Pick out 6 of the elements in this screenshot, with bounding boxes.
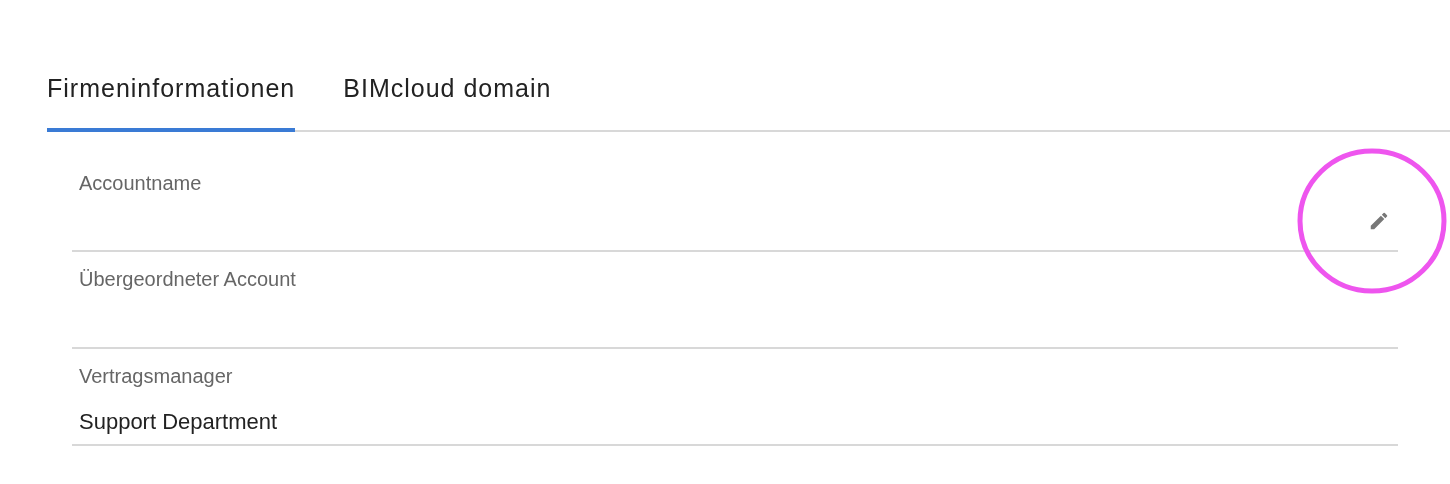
tab[interactable]: Firmeninformationen xyxy=(47,70,296,132)
tab[interactable]: BIMcloud domain xyxy=(343,70,552,132)
field-label: Vertragsmanager xyxy=(79,363,234,389)
field-label: Accountname xyxy=(79,170,203,196)
field-label: Übergeordneter Account xyxy=(79,266,297,292)
field-value: Support Department xyxy=(79,407,279,436)
